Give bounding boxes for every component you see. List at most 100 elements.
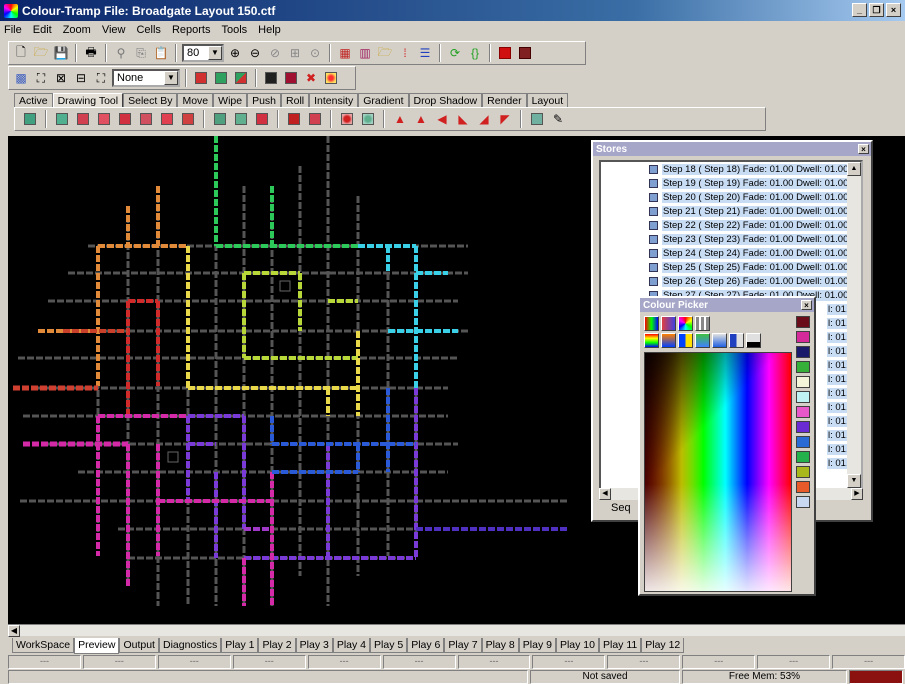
close-button[interactable]: × [886, 3, 901, 17]
zoom-in-icon[interactable]: ⊕ [226, 44, 244, 62]
tab-diagnostics[interactable]: Diagnostics [158, 638, 222, 653]
tab-play-3[interactable]: Play 3 [295, 638, 333, 653]
corner-br-icon[interactable]: ◢ [475, 110, 493, 128]
colour-swatch[interactable] [796, 466, 810, 478]
red-grid-icon[interactable] [192, 69, 210, 87]
scroll-left-icon[interactable]: ◀ [8, 625, 20, 637]
colour-swatch[interactable] [796, 391, 810, 403]
print-icon[interactable]: 🖶 [82, 44, 100, 62]
target-icon[interactable] [322, 69, 340, 87]
colour-swatch[interactable] [796, 421, 810, 433]
loop-icon[interactable]: {} [466, 44, 484, 62]
run-icon[interactable]: ⟳ [446, 44, 464, 62]
diag-cell-icon[interactable] [211, 110, 229, 128]
ring-cell-icon[interactable] [359, 110, 377, 128]
corner-tl-icon[interactable]: ◤ [496, 110, 514, 128]
cells-icon[interactable]: ▩ [12, 69, 30, 87]
list-item[interactable]: Step 25 ( Step 25) Fade: 01.00 Dwell: 01… [649, 261, 850, 273]
tab-output[interactable]: Output [119, 638, 159, 653]
corner-bl-icon[interactable]: ◣ [454, 110, 472, 128]
col-cell-icon[interactable] [95, 110, 113, 128]
zoom-fit-icon[interactable]: ⊘ [266, 44, 284, 62]
fit-icon[interactable]: ⛶ [92, 69, 110, 87]
minimize-button[interactable]: _ [852, 3, 867, 17]
tab-roll[interactable]: Roll [281, 93, 310, 108]
list-item[interactable]: Step 21 ( Step 21) Fade: 01.00 Dwell: 01… [649, 205, 850, 217]
colour-spectrum[interactable] [644, 352, 792, 592]
close-icon[interactable]: × [858, 144, 869, 154]
colour-swatch[interactable] [796, 361, 810, 373]
colour-swatch[interactable] [796, 436, 810, 448]
bracket-icon[interactable]: ⛶ [32, 69, 50, 87]
tab-gradient[interactable]: Gradient [358, 93, 409, 108]
canvas-hscrollbar[interactable]: ◀ [8, 624, 905, 637]
open-sequence-icon[interactable]: 🗁 [376, 44, 394, 62]
list-item[interactable]: Step 18 ( Step 18) Fade: 01.00 Dwell: 01… [649, 163, 850, 175]
circle-cell-icon[interactable] [338, 110, 356, 128]
triangle-up-icon[interactable]: ▲ [391, 110, 409, 128]
gradient-rainbow-icon[interactable] [644, 333, 659, 348]
maroon-grid-icon[interactable] [282, 69, 300, 87]
stop-icon[interactable] [496, 44, 514, 62]
tab-drawing-tool[interactable]: Drawing Tool [52, 93, 124, 108]
active-cell-icon[interactable] [21, 110, 39, 128]
tab-play-7[interactable]: Play 7 [444, 638, 482, 653]
gradient-fade-icon[interactable] [661, 333, 676, 348]
colour-swatch[interactable] [796, 496, 810, 508]
bars-icon[interactable]: ⁞ [396, 44, 414, 62]
stack-icon[interactable]: ☰ [416, 44, 434, 62]
zoom-out-icon[interactable]: ⊖ [246, 44, 264, 62]
zoom-reset-icon[interactable]: ⊙ [306, 44, 324, 62]
tab-intensity[interactable]: Intensity [309, 93, 359, 108]
fill-cell-icon[interactable] [53, 110, 71, 128]
tab-layout[interactable]: Layout [526, 93, 569, 108]
copy-icon[interactable]: ⎘ [132, 44, 150, 62]
list-item[interactable]: Step 24 ( Step 24) Fade: 01.00 Dwell: 01… [649, 247, 850, 259]
scroll-left-icon[interactable]: ◀ [599, 488, 611, 500]
zoom-area-icon[interactable]: ⊞ [286, 44, 304, 62]
colour-swatch[interactable] [796, 316, 810, 328]
colour-swatch[interactable] [796, 406, 810, 418]
mirror-cell-icon[interactable] [232, 110, 250, 128]
eyedropper-icon[interactable]: ✎ [549, 110, 567, 128]
tab-workspace[interactable]: WorkSpace [12, 638, 75, 653]
zoom-select[interactable]: 80 ▼ [182, 44, 224, 62]
menu-tools[interactable]: Tools [221, 24, 247, 36]
menu-reports[interactable]: Reports [172, 24, 211, 36]
colour-swatch[interactable] [796, 451, 810, 463]
tab-select-by[interactable]: Select By [123, 93, 178, 108]
tab-play-5[interactable]: Play 5 [370, 638, 408, 653]
list-item[interactable]: Step 22 ( Step 22) Fade: 01.00 Dwell: 01… [649, 219, 850, 231]
grid-icon[interactable]: ▥ [356, 44, 374, 62]
colour-swatch[interactable] [796, 346, 810, 358]
tab-play-9[interactable]: Play 9 [518, 638, 556, 653]
tab-play-4[interactable]: Play 4 [332, 638, 371, 653]
select-all-icon[interactable]: ⊠ [52, 69, 70, 87]
tab-push[interactable]: Push [247, 93, 282, 108]
expand-icon[interactable]: ⊟ [72, 69, 90, 87]
green-grid-icon[interactable] [212, 69, 230, 87]
list-item[interactable]: Step 23 ( Step 23) Fade: 01.00 Dwell: 01… [649, 233, 850, 245]
new-file-icon[interactable]: 🗋 [12, 44, 30, 62]
colour-swatch[interactable] [796, 481, 810, 493]
tab-play-12[interactable]: Play 12 [641, 638, 685, 653]
colour-swatch[interactable] [796, 331, 810, 343]
palette-grid-icon[interactable] [695, 316, 710, 331]
tab-play-11[interactable]: Play 11 [598, 638, 642, 653]
list-item[interactable]: Step 19 ( Step 19) Fade: 01.00 Dwell: 01… [649, 177, 850, 189]
scroll-up-icon[interactable]: ▲ [847, 162, 861, 176]
close-icon[interactable]: × [801, 300, 812, 310]
triangle-left-icon[interactable]: ◀ [433, 110, 451, 128]
black-grid-icon[interactable] [262, 69, 280, 87]
menu-cells[interactable]: Cells [136, 24, 160, 36]
gradient-black-icon[interactable] [746, 333, 761, 348]
split-grid-icon[interactable] [232, 69, 250, 87]
tab-play-2[interactable]: Play 2 [258, 638, 296, 653]
tab-drop-shadow[interactable]: Drop Shadow [408, 93, 483, 108]
brush-icon[interactable] [678, 316, 693, 331]
gradient-bands-icon[interactable] [695, 333, 710, 348]
tab-active[interactable]: Active [14, 93, 53, 108]
mode-select[interactable]: None ▼ [112, 69, 180, 87]
menu-edit[interactable]: Edit [33, 24, 52, 36]
menu-view[interactable]: View [102, 24, 126, 36]
